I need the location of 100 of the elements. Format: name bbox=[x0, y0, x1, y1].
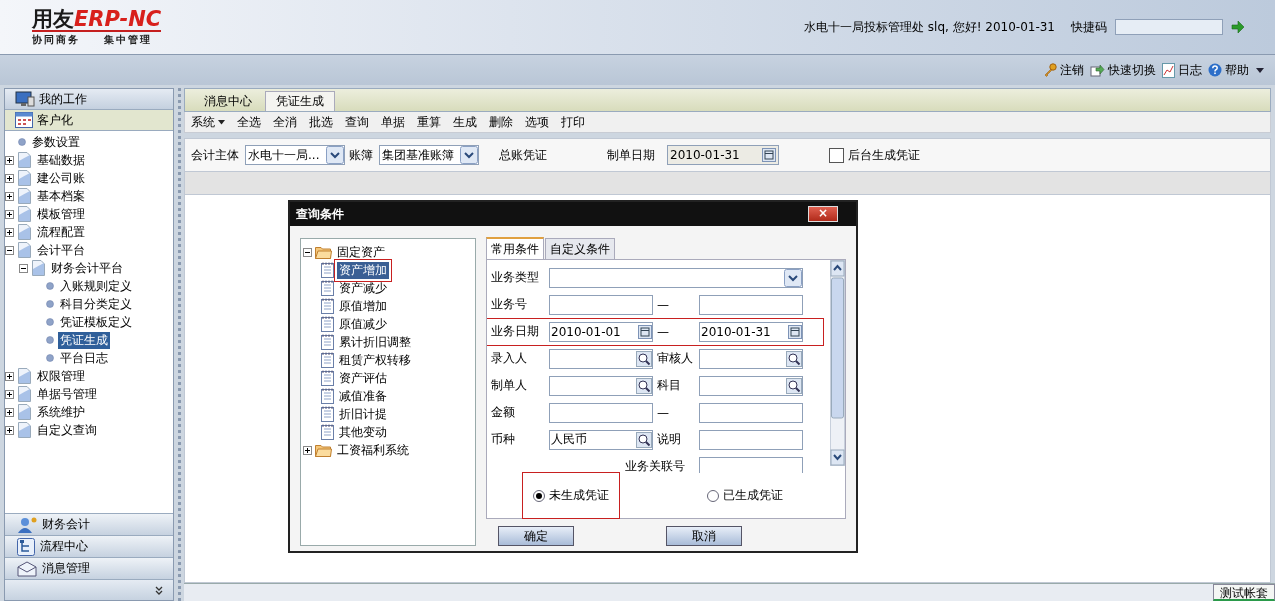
tree-item[interactable]: 科目分类定义 bbox=[58, 295, 134, 313]
expand-icon[interactable] bbox=[5, 191, 14, 201]
input-field[interactable]: 2010-01-01 bbox=[549, 321, 653, 342]
tab[interactable]: 消息中心 bbox=[193, 91, 263, 111]
sidebar-section[interactable]: 我的工作 bbox=[5, 89, 173, 110]
expand-icon[interactable] bbox=[5, 389, 14, 399]
input-field[interactable] bbox=[549, 402, 653, 423]
tree-item[interactable]: 租赁产权转移 bbox=[337, 351, 413, 369]
expand-icon[interactable] bbox=[303, 445, 312, 455]
search-icon[interactable] bbox=[636, 350, 652, 367]
input-field[interactable]: 人民币 bbox=[549, 429, 653, 450]
calendar-icon[interactable] bbox=[638, 324, 652, 339]
tree-item[interactable]: 模板管理 bbox=[35, 205, 87, 223]
tab[interactable]: 常用条件 bbox=[486, 237, 544, 259]
dialog-button[interactable]: 确定 bbox=[498, 526, 574, 546]
tree-item[interactable]: 资产增加 bbox=[337, 261, 389, 279]
tree-item[interactable]: 凭证模板定义 bbox=[58, 313, 134, 331]
expand-icon[interactable] bbox=[5, 407, 14, 417]
scrollbar-drawing[interactable] bbox=[830, 260, 845, 466]
tab[interactable]: 自定义条件 bbox=[545, 238, 615, 259]
input-field[interactable] bbox=[549, 375, 653, 396]
tree-item[interactable]: 单据号管理 bbox=[35, 385, 99, 403]
toolbar-button[interactable]: 批选 bbox=[309, 113, 333, 131]
toolbar-button[interactable]: 打印 bbox=[561, 113, 585, 131]
toolbar-button[interactable]: 单据 bbox=[381, 113, 405, 131]
module-button[interactable]: 流程中心 bbox=[5, 535, 173, 557]
search-icon[interactable] bbox=[636, 431, 652, 448]
input-field[interactable] bbox=[699, 294, 803, 315]
tree-item[interactable]: 自定义查询 bbox=[35, 421, 99, 439]
tree-item[interactable]: 折旧计提 bbox=[337, 405, 389, 423]
input-field[interactable] bbox=[699, 375, 803, 396]
toolbar-button[interactable]: 查询 bbox=[345, 113, 369, 131]
tree-item[interactable]: 减值准备 bbox=[337, 387, 389, 405]
tree-item[interactable]: 流程配置 bbox=[35, 223, 87, 241]
tree-item[interactable]: 原值减少 bbox=[337, 315, 389, 333]
dropdown[interactable]: 集团基准账簿 bbox=[379, 145, 479, 165]
toolbar-button[interactable]: 选项 bbox=[525, 113, 549, 131]
collapse-icon[interactable] bbox=[303, 247, 312, 257]
toolbar-button[interactable]: 生成 bbox=[453, 113, 477, 131]
go-arrow-icon[interactable] bbox=[1231, 20, 1245, 34]
tree-item[interactable]: 参数设置 bbox=[30, 133, 82, 151]
search-icon[interactable] bbox=[636, 377, 652, 394]
input-field[interactable]: 2010-01-31 bbox=[699, 321, 803, 342]
toolbar-button[interactable]: 重算 bbox=[417, 113, 441, 131]
input-field[interactable] bbox=[699, 456, 803, 473]
checkbox[interactable] bbox=[829, 147, 844, 163]
expand-icon[interactable] bbox=[5, 425, 14, 435]
date-field[interactable]: 2010-01-31 bbox=[667, 145, 779, 165]
module-button[interactable]: 财务会计 bbox=[5, 513, 173, 535]
radio-option[interactable]: 已生成凭证 bbox=[697, 473, 793, 518]
module-button[interactable]: 消息管理 bbox=[5, 557, 173, 579]
header-link[interactable]: 帮助 bbox=[1208, 61, 1249, 79]
tree-item[interactable]: 建公司账 bbox=[35, 169, 87, 187]
tree-item[interactable]: 凭证生成 bbox=[58, 331, 110, 349]
double-chevron-icon[interactable] bbox=[155, 585, 163, 595]
toolbar-button[interactable]: 系统 bbox=[191, 113, 225, 131]
tree-item[interactable]: 资产评估 bbox=[337, 369, 389, 387]
close-button[interactable]: × bbox=[808, 206, 838, 222]
expand-icon[interactable] bbox=[5, 209, 14, 219]
input-field[interactable] bbox=[699, 429, 803, 450]
expand-icon[interactable] bbox=[5, 371, 14, 381]
radio-option[interactable]: 未生成凭证 bbox=[523, 473, 619, 518]
quick-code-field[interactable] bbox=[1115, 19, 1223, 35]
dropdown[interactable]: 水电十一局... bbox=[245, 145, 345, 165]
input-field[interactable] bbox=[549, 294, 653, 315]
dialog-button[interactable]: 取消 bbox=[666, 526, 742, 546]
input-field[interactable] bbox=[699, 402, 803, 423]
tree-item[interactable]: 权限管理 bbox=[35, 367, 87, 385]
tree-item[interactable]: 基础数据 bbox=[35, 151, 87, 169]
calendar-icon[interactable] bbox=[788, 324, 802, 339]
collapse-icon[interactable] bbox=[19, 263, 28, 273]
tree-item[interactable]: 其他变动 bbox=[337, 423, 389, 441]
header-link[interactable]: 日志 bbox=[1162, 61, 1202, 79]
tree-item[interactable]: 基本档案 bbox=[35, 187, 87, 205]
expand-icon[interactable] bbox=[5, 227, 14, 237]
caret-icon[interactable] bbox=[1255, 65, 1265, 75]
toolbar-button[interactable]: 删除 bbox=[489, 113, 513, 131]
search-icon[interactable] bbox=[786, 350, 802, 367]
tree-item[interactable]: 固定资产 bbox=[335, 243, 387, 261]
tree-item[interactable]: 平台日志 bbox=[58, 349, 110, 367]
dropdown-icon[interactable] bbox=[784, 268, 802, 287]
input-field[interactable] bbox=[699, 348, 803, 369]
tree-item[interactable]: 资产减少 bbox=[337, 279, 389, 297]
tree-item[interactable]: 累计折旧调整 bbox=[337, 333, 413, 351]
header-link[interactable]: 注销 bbox=[1043, 61, 1084, 79]
dropdown-icon[interactable] bbox=[326, 146, 344, 164]
calendar-icon[interactable] bbox=[762, 148, 776, 162]
input-field[interactable] bbox=[549, 348, 653, 369]
collapse-icon[interactable] bbox=[5, 245, 14, 255]
expand-icon[interactable] bbox=[5, 155, 14, 165]
tree-item[interactable]: 财务会计平台 bbox=[49, 259, 125, 277]
tree-item[interactable]: 系统维护 bbox=[35, 403, 87, 421]
dropdown-icon[interactable] bbox=[460, 146, 478, 164]
tree-item[interactable]: 工资福利系统 bbox=[335, 441, 411, 459]
search-icon[interactable] bbox=[786, 377, 802, 394]
toolbar-button[interactable]: 全消 bbox=[273, 113, 297, 131]
sidebar-section[interactable]: 客户化 bbox=[5, 110, 173, 131]
tree-item[interactable]: 入账规则定义 bbox=[58, 277, 134, 295]
header-link[interactable]: 快速切换 bbox=[1090, 61, 1156, 79]
tree-item[interactable]: 原值增加 bbox=[337, 297, 389, 315]
